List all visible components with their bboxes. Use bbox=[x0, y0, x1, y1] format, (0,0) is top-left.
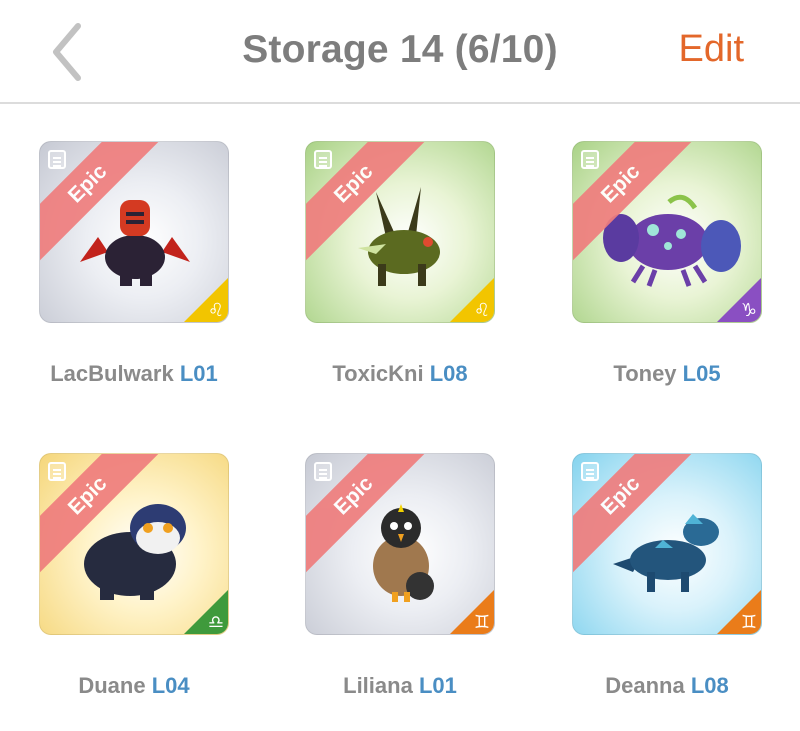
monster-tile[interactable]: Epic ♑ bbox=[572, 141, 762, 323]
monster-card[interactable]: Epic ♑ Toney L05 bbox=[572, 141, 762, 387]
notes-icon bbox=[581, 150, 599, 169]
monster-label: Toney L05 bbox=[572, 361, 762, 387]
monster-tile[interactable]: Epic ♊ bbox=[572, 453, 762, 635]
monster-label: LacBulwark L01 bbox=[39, 361, 229, 387]
notes-icon bbox=[48, 150, 66, 169]
monster-card[interactable]: Epic ♊ Deanna L08 bbox=[572, 453, 762, 699]
monster-label: ToxicKni L08 bbox=[305, 361, 495, 387]
leo-icon: ♌ bbox=[207, 300, 224, 321]
monster-label: Deanna L08 bbox=[572, 673, 762, 699]
insect-creature-image bbox=[358, 187, 440, 286]
monster-tile[interactable]: Epic ♊ bbox=[305, 453, 495, 635]
monster-card[interactable]: Epic ♊ Liliana L01 bbox=[305, 453, 495, 699]
leo-icon: ♌ bbox=[473, 300, 490, 321]
top-nav-bar: Storage 14 (6/10) Edit bbox=[0, 0, 800, 104]
monster-label: Duane L04 bbox=[39, 673, 229, 699]
notes-icon bbox=[48, 462, 66, 481]
notes-icon bbox=[581, 462, 599, 481]
monster-name: Liliana bbox=[343, 673, 413, 698]
badger-creature-image bbox=[84, 504, 186, 600]
notes-icon bbox=[314, 462, 332, 481]
monster-tile[interactable]: Epic ♎ bbox=[39, 453, 229, 635]
monster-level: L05 bbox=[682, 361, 721, 386]
edit-button[interactable]: Edit bbox=[679, 28, 744, 71]
knight-creature-image bbox=[80, 200, 190, 286]
monster-tile[interactable]: Epic ♌ bbox=[39, 141, 229, 323]
monster-name: Toney bbox=[613, 361, 677, 386]
gemini-icon: ♊ bbox=[740, 612, 757, 633]
bird-creature-image bbox=[373, 504, 434, 602]
libra-icon: ♎ bbox=[207, 612, 224, 633]
monster-tile[interactable]: Epic ♌ bbox=[305, 141, 495, 323]
monster-level: L04 bbox=[151, 673, 190, 698]
monster-level: L01 bbox=[179, 361, 218, 386]
monster-name: Deanna bbox=[605, 673, 685, 698]
monster-level: L08 bbox=[429, 361, 468, 386]
monster-level: L01 bbox=[418, 673, 457, 698]
gemini-icon: ♊ bbox=[473, 612, 490, 633]
monster-card[interactable]: Epic ♌ ToxicKni L08 bbox=[305, 141, 495, 387]
monster-name: ToxicKni bbox=[332, 361, 424, 386]
monster-name: Duane bbox=[78, 673, 146, 698]
capricorn-icon: ♑ bbox=[740, 300, 757, 321]
monster-label: Liliana L01 bbox=[305, 673, 495, 699]
monster-card[interactable]: Epic ♎ Duane L04 bbox=[39, 453, 229, 699]
dragon-creature-image bbox=[613, 514, 719, 592]
monster-name: LacBulwark bbox=[50, 361, 174, 386]
monster-card[interactable]: Epic ♌ LacBulwark L01 bbox=[39, 141, 229, 387]
monster-level: L08 bbox=[690, 673, 729, 698]
notes-icon bbox=[314, 150, 332, 169]
crab-creature-image bbox=[603, 194, 741, 287]
